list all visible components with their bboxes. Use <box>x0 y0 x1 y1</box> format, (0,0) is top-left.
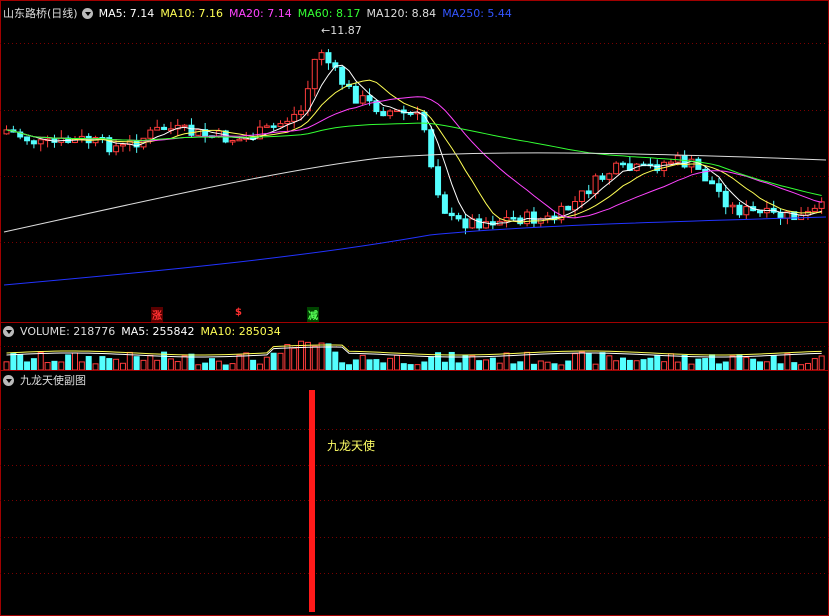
subchart-legend: 九龙天使副图 <box>3 372 92 388</box>
stock-period: (日线) <box>47 7 78 20</box>
volume-ma5-label: MA5: 255842 <box>121 324 195 338</box>
subchart-title: 九龙天使副图 <box>20 374 86 387</box>
volume-ma10-label: MA10: 285034 <box>200 324 281 338</box>
indicator-bar <box>309 390 315 612</box>
stock-name: 山东路桥 <box>3 7 47 20</box>
high-price-value: 11.87 <box>330 24 362 37</box>
ma10-label: MA10: 7.16 <box>160 6 224 20</box>
indicator-chart <box>309 390 315 612</box>
indicator-label: 九龙天使 <box>327 439 376 453</box>
volume-label: VOLUME: 218776 <box>20 324 116 338</box>
ma60-label: MA60: 8.17 <box>297 6 361 20</box>
signal-zhang: 涨 <box>151 307 163 322</box>
high-arrow-icon: ← <box>321 24 331 37</box>
ma5-label: MA5: 7.14 <box>98 6 155 20</box>
stock-title[interactable]: 山东路桥(日线) <box>3 5 78 21</box>
ma20-label: MA20: 7.14 <box>229 6 292 20</box>
price-settings-toggle-icon[interactable] <box>81 7 93 19</box>
subchart-settings-toggle-icon[interactable] <box>3 374 14 386</box>
signal-dollar: $ <box>235 307 242 318</box>
volume-settings-toggle-icon[interactable] <box>3 325 14 337</box>
ma120-label: MA120: 8.84 <box>366 6 437 20</box>
signal-jian: 减 <box>307 307 319 322</box>
high-price-marker: ←11.87 <box>321 24 362 37</box>
ma250-label: MA250: 5.44 <box>442 6 512 20</box>
price-legend: 山东路桥(日线) MA5: 7.14 MA10: 7.16 MA20: 7.14… <box>3 5 518 21</box>
volume-legend: VOLUME: 218776 MA5: 255842 MA10: 285034 <box>3 323 287 339</box>
